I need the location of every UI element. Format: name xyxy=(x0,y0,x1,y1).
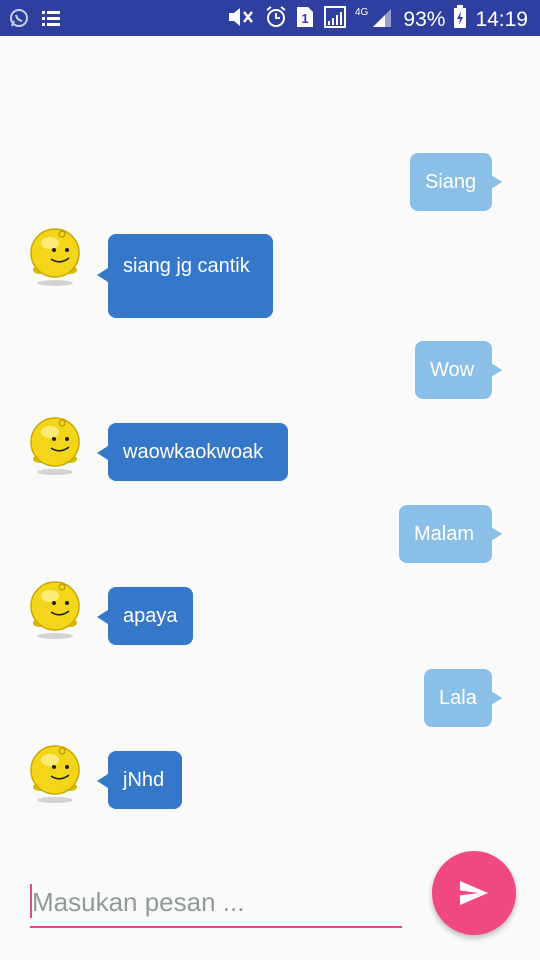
outgoing-bubble: Siang xyxy=(410,153,492,211)
bubble-tail xyxy=(97,774,108,788)
message-input-wrapper xyxy=(30,878,402,928)
bot-avatar-icon xyxy=(30,581,80,639)
message-text: jNhd xyxy=(123,769,165,791)
sim-icon: 1 xyxy=(295,5,315,34)
whatsapp-icon xyxy=(8,7,30,34)
bubble-tail xyxy=(491,363,502,377)
outgoing-bubble: Wow xyxy=(415,341,492,399)
outgoing-bubble: Malam xyxy=(399,505,492,563)
clock: 14:19 xyxy=(475,7,528,31)
outgoing-bubble: Lala xyxy=(424,669,492,727)
bubble-tail xyxy=(491,527,502,541)
bubble-tail xyxy=(97,446,108,460)
incoming-bubble: jNhd xyxy=(108,751,182,809)
network-type-label: 4G xyxy=(355,7,369,18)
message-text: Lala xyxy=(439,687,477,709)
message-text: apaya xyxy=(123,605,178,627)
status-bar: 1 4G 93% 14:19 xyxy=(0,0,540,36)
message-text: siang jg cantik xyxy=(123,255,250,277)
mute-icon xyxy=(227,5,257,34)
bubble-tail xyxy=(97,268,108,282)
battery-percent: 93% xyxy=(403,7,446,31)
send-icon xyxy=(460,881,488,905)
message-text: waowkaokwoak xyxy=(123,441,264,463)
signal-4g-icon: 4G xyxy=(355,5,395,34)
bot-avatar-icon xyxy=(30,745,80,803)
bubble-tail xyxy=(491,691,502,705)
message-text: Wow xyxy=(430,359,475,381)
svg-text:1: 1 xyxy=(302,11,309,26)
message-text: Malam xyxy=(414,523,475,545)
incoming-bubble: siang jg cantik xyxy=(108,234,273,318)
bot-avatar-icon xyxy=(30,228,80,286)
message-input[interactable] xyxy=(30,884,392,920)
signal-icon xyxy=(323,5,347,34)
message-text: Siang xyxy=(425,171,477,193)
bubble-tail xyxy=(491,175,502,189)
alarm-icon xyxy=(265,5,287,34)
send-button[interactable] xyxy=(432,851,516,935)
incoming-bubble: waowkaokwoak xyxy=(108,423,288,481)
text-cursor xyxy=(30,884,32,918)
incoming-bubble: apaya xyxy=(108,587,193,645)
list-icon xyxy=(40,7,62,34)
battery-charging-icon xyxy=(453,5,467,34)
bubble-tail xyxy=(97,610,108,624)
bot-avatar-icon xyxy=(30,417,80,475)
